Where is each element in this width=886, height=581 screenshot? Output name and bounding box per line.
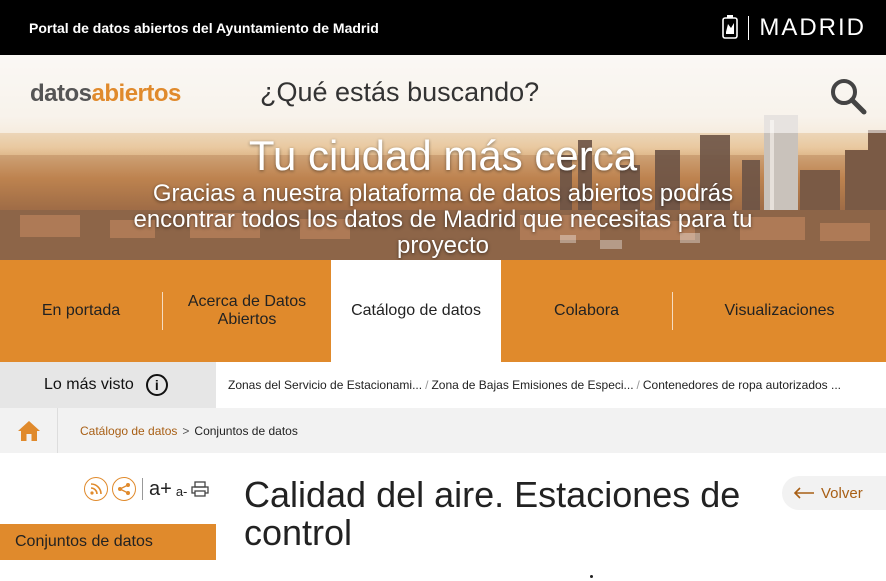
back-button[interactable]: Volver (782, 476, 886, 510)
most-viewed-link[interactable]: Zonas del Servicio de Estacionami... (228, 378, 422, 392)
logo-part-abiertos: abiertos (91, 80, 182, 107)
rss-icon[interactable] (84, 477, 108, 501)
hero-subtitle: Gracias a nuestra plataforma de datos ab… (133, 180, 753, 259)
page-title: Calidad del aire. Estaciones de control (244, 474, 741, 553)
nav-item-colabora[interactable]: Colabora (501, 260, 672, 362)
breadcrumb: Catálogo de datos > Conjuntos de datos (80, 424, 298, 438)
madrid-crest-icon (722, 14, 739, 39)
font-increase-button[interactable]: a+ (149, 478, 172, 501)
link-separator: / (636, 378, 640, 392)
datos-abiertos-logo[interactable]: datosabiertos (30, 80, 181, 108)
back-button-label: Volver (821, 484, 863, 502)
most-viewed-label: Lo más visto i (0, 362, 216, 408)
print-icon[interactable] (191, 481, 210, 497)
breadcrumb-current: Conjuntos de datos (194, 423, 298, 438)
main-navigation: En portada Acerca de Datos Abiertos Catá… (0, 260, 886, 362)
search-icon[interactable] (828, 76, 868, 116)
most-viewed-links: Zonas del Servicio de Estacionami... / Z… (228, 362, 841, 408)
share-icon[interactable] (112, 477, 136, 501)
breadcrumb-bar: Catálogo de datos > Conjuntos de datos (0, 408, 886, 453)
logo-part-datos: datos (30, 80, 92, 107)
most-viewed-title: Lo más visto (44, 376, 134, 393)
top-bar: Portal de datos abiertos del Ayuntamient… (0, 0, 886, 55)
breadcrumb-separator: > (182, 423, 190, 438)
most-viewed-link[interactable]: Zona de Bajas Emisiones de Especi... (431, 378, 633, 392)
search-input[interactable]: ¿Qué estás buscando? (260, 77, 539, 108)
decorative-dot (590, 575, 593, 578)
info-icon[interactable]: i (145, 374, 168, 396)
brand-divider (748, 15, 750, 40)
page-tools: a+ a- (84, 477, 210, 501)
sidebar-item-conjuntos-de-datos[interactable]: Conjuntos de datos (0, 524, 216, 560)
nav-item-en-portada[interactable]: En portada (0, 260, 162, 362)
brand-name: MADRID (759, 13, 866, 41)
breadcrumb-link-catalogo[interactable]: Catálogo de datos (80, 424, 177, 438)
portal-title[interactable]: Portal de datos abiertos del Ayuntamient… (29, 20, 379, 36)
hero-title: Tu ciudad más cerca (248, 132, 638, 179)
home-icon (17, 420, 40, 441)
nav-item-catalogo-de-datos[interactable]: Catálogo de datos (331, 260, 501, 362)
most-viewed-link[interactable]: Contenedores de ropa autorizados ... (643, 378, 841, 392)
madrid-brand[interactable]: MADRID (722, 14, 866, 42)
most-viewed-bar: Lo más visto i Zonas del Servicio de Est… (0, 362, 886, 408)
arrow-left-icon (793, 487, 814, 499)
link-separator: / (425, 378, 429, 392)
nav-item-visualizaciones[interactable]: Visualizaciones (673, 260, 886, 362)
font-decrease-button[interactable]: a- (176, 484, 188, 499)
nav-item-acerca-de-datos-abiertos[interactable]: Acerca de Datos Abiertos (163, 260, 331, 362)
home-button[interactable] (0, 408, 58, 453)
tools-divider (142, 478, 143, 500)
